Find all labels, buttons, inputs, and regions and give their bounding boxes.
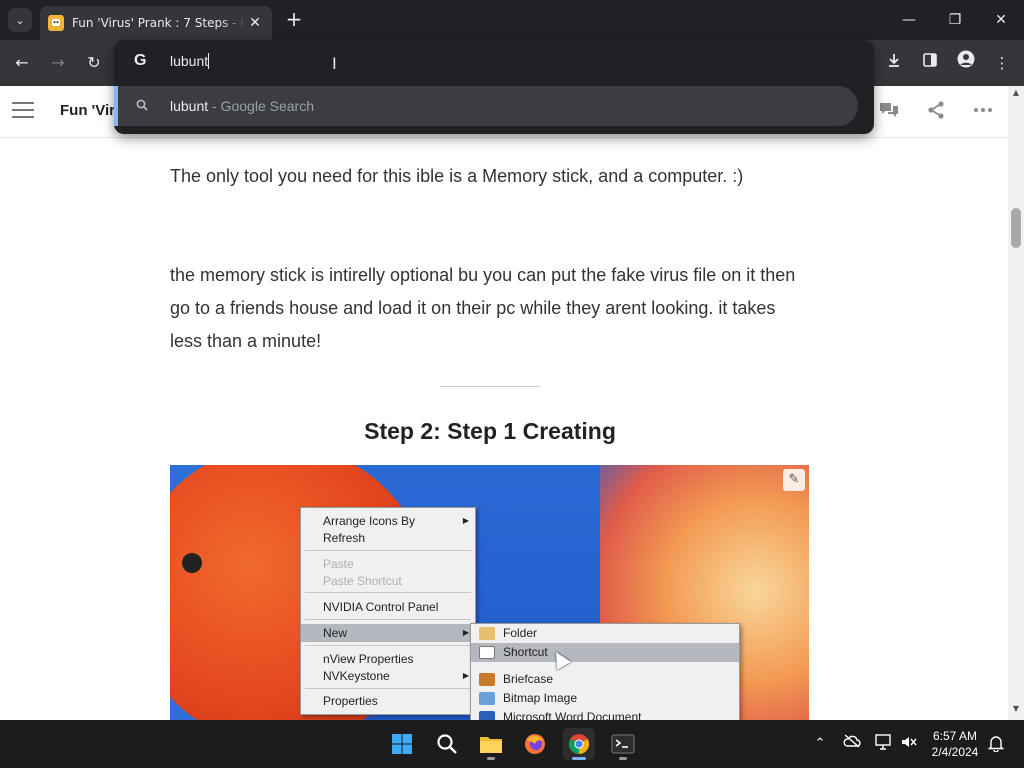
onedrive-offline-icon[interactable] xyxy=(842,734,862,754)
share-icon[interactable] xyxy=(923,100,949,124)
chrome-icon[interactable] xyxy=(563,728,595,760)
system-clock[interactable]: 6:57 AM 2/4/2024 xyxy=(928,728,982,760)
scroll-down-icon[interactable]: ▼ xyxy=(1008,704,1024,718)
download-icon[interactable] xyxy=(881,50,907,76)
minimize-button[interactable]: — xyxy=(886,6,932,34)
tab-active[interactable]: Fun 'Virus' Prank : 7 Steps - Instructab… xyxy=(40,6,272,40)
context-menu-item[interactable]: Arrange Icons By ▶ xyxy=(301,512,475,530)
scroll-thumb[interactable] xyxy=(1011,208,1021,248)
context-menu-item[interactable]: NVKeystone ▶ xyxy=(301,667,475,685)
section-divider xyxy=(440,386,540,387)
context-submenu: Folder Shortcut Briefcase Bitmap Image M… xyxy=(470,623,740,720)
file-explorer-icon[interactable] xyxy=(475,728,507,760)
article-paragraph: the memory stick is intirelly optional b… xyxy=(170,265,796,351)
edit-pencil-icon[interactable]: ✎ xyxy=(783,469,805,491)
omnibox-popup: G lubunt I lubunt - Google Search xyxy=(114,40,874,134)
submenu-item[interactable]: Briefcase xyxy=(471,670,739,689)
terminal-icon[interactable] xyxy=(607,728,639,760)
volume-muted-icon[interactable] xyxy=(899,734,919,754)
bitmap-icon xyxy=(479,692,495,705)
text-cursor-icon: I xyxy=(332,54,337,73)
comments-icon[interactable] xyxy=(876,100,902,124)
forward-button[interactable]: → xyxy=(45,50,71,76)
scroll-up-icon[interactable]: ▲ xyxy=(1008,88,1024,102)
step-title: Step 2: Step 1 Creating xyxy=(364,418,616,444)
instructables-robot-icon xyxy=(48,15,64,31)
close-window-button[interactable]: ✕ xyxy=(978,6,1024,34)
chevron-up-icon[interactable]: ⌃ xyxy=(810,734,830,754)
submenu-item[interactable]: Shortcut xyxy=(471,643,739,662)
briefcase-icon xyxy=(479,673,495,686)
context-menu-item: Paste xyxy=(323,557,354,571)
address-bar-input[interactable]: lubunt xyxy=(170,53,210,69)
step-image[interactable]: ✎ Arrange Icons By ▶ Refresh Paste Paste … xyxy=(170,465,809,720)
more-icon[interactable] xyxy=(970,100,996,124)
article-content: The only tool you need for this ible is … xyxy=(0,138,1008,720)
page-scrollbar[interactable]: ▲ ▼ xyxy=(1008,86,1024,720)
submenu-item[interactable]: Bitmap Image xyxy=(471,689,739,708)
clock-time: 6:57 AM xyxy=(932,729,978,743)
search-icon xyxy=(136,99,156,114)
windows-taskbar: ⌃ 6:57 AM 2/4/2024 xyxy=(0,720,1024,768)
submenu-item[interactable]: Folder xyxy=(471,624,739,643)
google-g-icon: G xyxy=(134,52,147,69)
tab-search-button[interactable]: ⌄ xyxy=(8,8,32,32)
context-menu-item[interactable]: NVIDIA Control Panel xyxy=(301,598,475,616)
word-icon xyxy=(479,711,495,720)
hamburger-menu-icon[interactable] xyxy=(12,102,34,120)
context-menu-item[interactable]: Refresh xyxy=(301,529,475,547)
notification-bell-icon[interactable] xyxy=(986,734,1006,754)
submenu-item[interactable]: Microsoft Word Document xyxy=(471,708,739,720)
context-menu-item[interactable]: New ▶ xyxy=(301,624,475,642)
chrome-menu-button[interactable]: ⋮ xyxy=(989,50,1015,76)
folder-icon xyxy=(479,627,495,640)
article-paragraph: The only tool you need for this ible is … xyxy=(170,166,744,186)
context-menu: Arrange Icons By ▶ Refresh Paste Paste Sh… xyxy=(300,507,476,715)
windows-start-icon[interactable] xyxy=(386,728,418,760)
side-panel-icon[interactable] xyxy=(917,50,943,76)
back-button[interactable]: ← xyxy=(9,50,35,76)
tab-strip: ⌄ Fun 'Virus' Prank : 7 Steps - Instruct… xyxy=(0,0,1024,40)
context-menu-item[interactable]: Properties xyxy=(301,692,475,710)
reload-button[interactable]: ↻ xyxy=(81,50,107,76)
omnibox-suggestion[interactable]: lubunt - Google Search xyxy=(114,86,858,126)
network-icon[interactable] xyxy=(874,734,894,754)
context-menu-item: Paste Shortcut xyxy=(323,574,402,588)
firefox-icon[interactable] xyxy=(519,728,551,760)
shortcut-icon xyxy=(479,646,495,659)
tab-title: Fun 'Virus' Prank : 7 Steps - Instructab… xyxy=(72,16,246,30)
new-tab-button[interactable]: + xyxy=(282,8,306,32)
search-icon[interactable] xyxy=(431,728,463,760)
suggestion-text: lubunt - Google Search xyxy=(170,98,314,114)
clock-date: 2/4/2024 xyxy=(931,745,979,759)
restore-button[interactable]: ❐ xyxy=(932,6,978,34)
close-tab-icon[interactable]: ✕ xyxy=(246,15,264,31)
screen: ⌄ Fun 'Virus' Prank : 7 Steps - Instruct… xyxy=(0,0,1024,768)
chevron-down-icon: ⌄ xyxy=(15,13,25,27)
profile-icon[interactable] xyxy=(953,50,979,76)
context-menu-item[interactable]: nView Properties xyxy=(301,650,475,668)
